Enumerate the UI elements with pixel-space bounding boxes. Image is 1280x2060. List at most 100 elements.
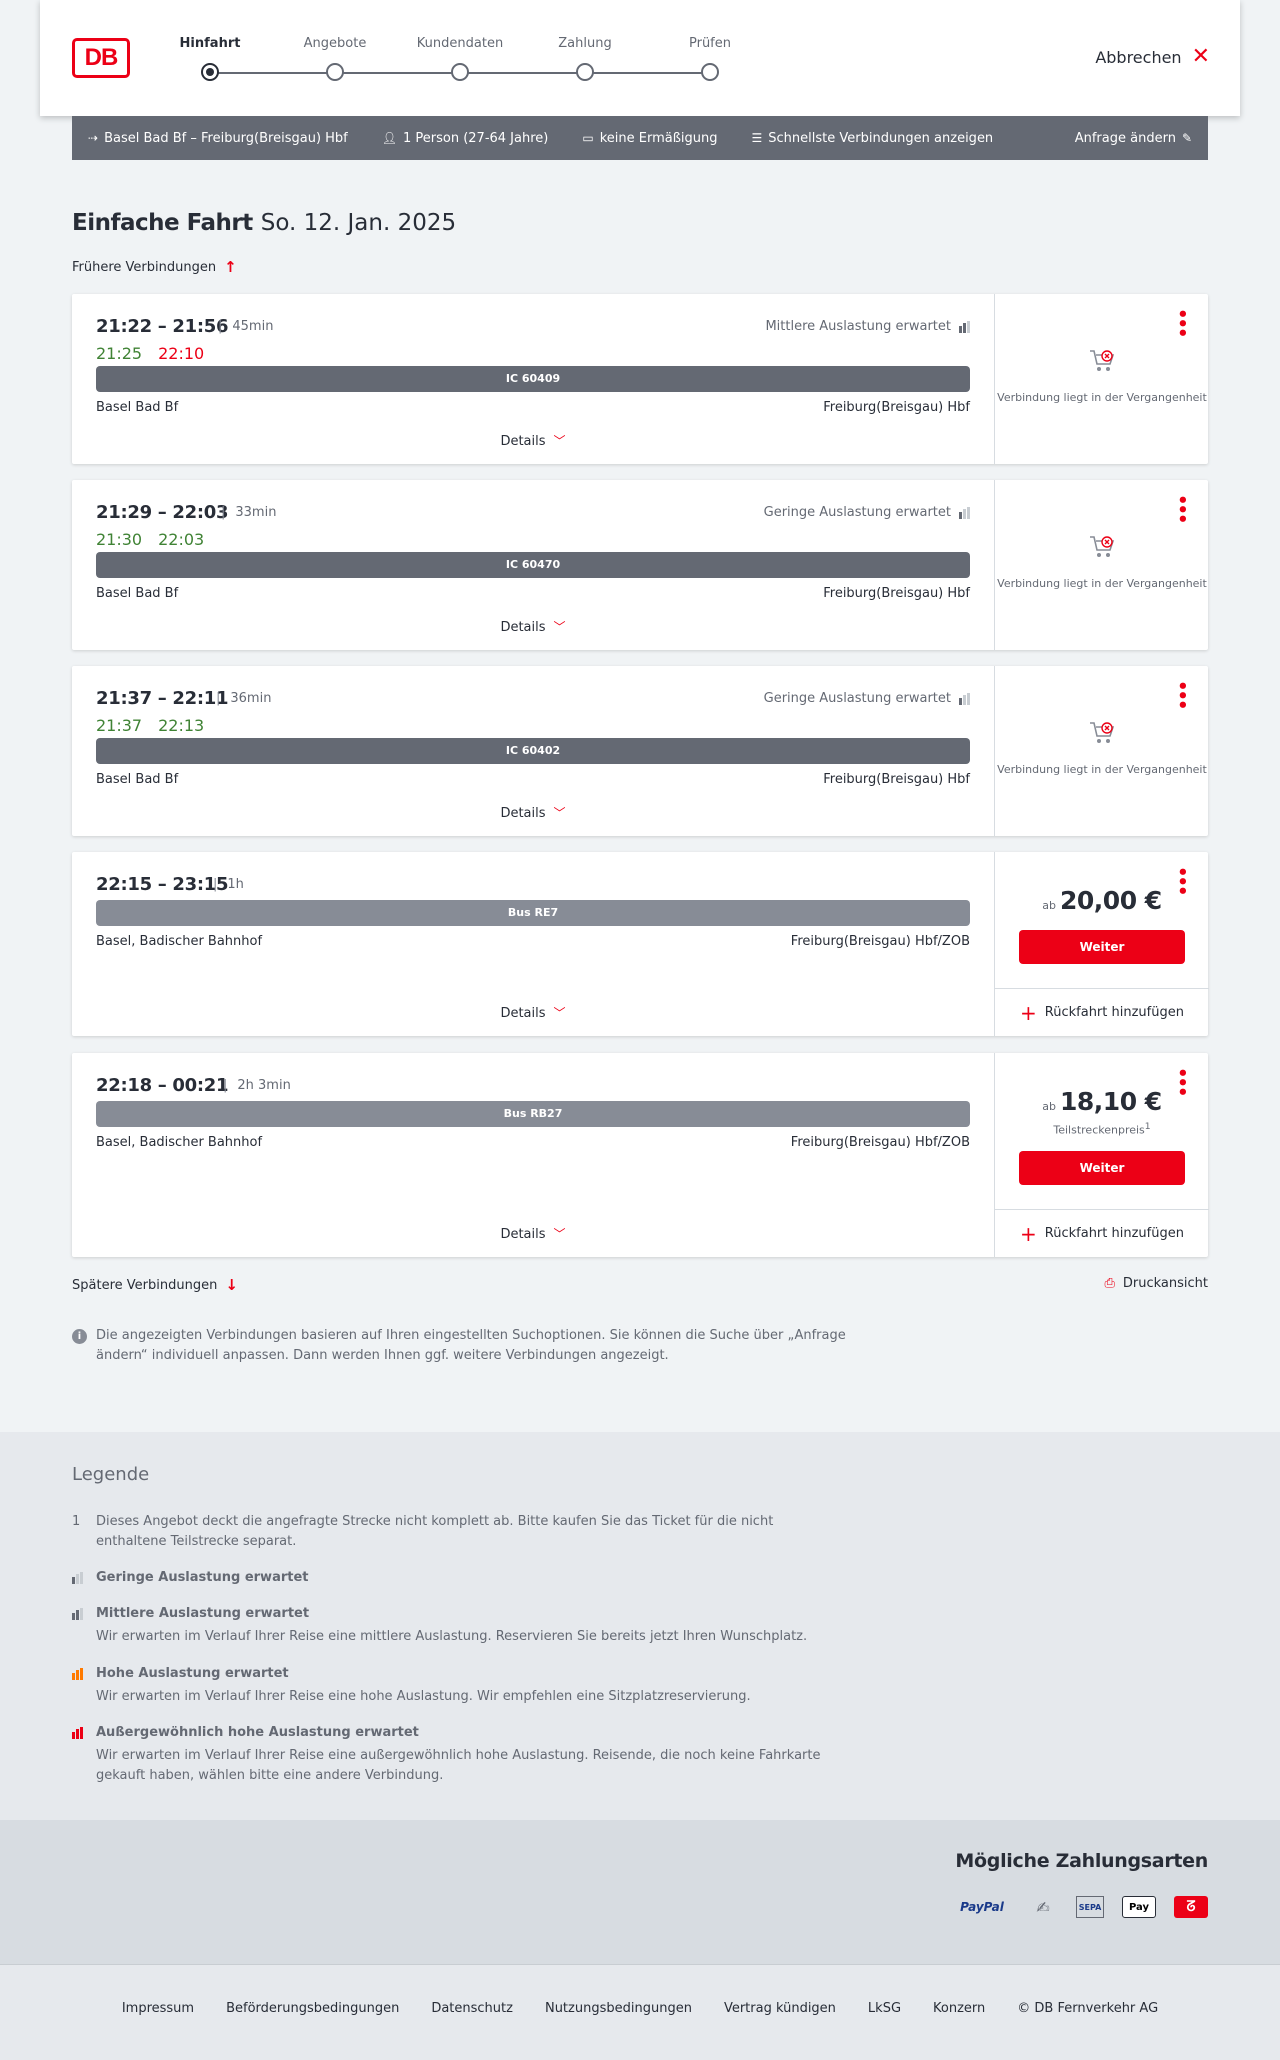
person-icon: 👤︎ bbox=[381, 131, 397, 145]
past-connection-status: Verbindung liegt in der Vergangenheit bbox=[997, 391, 1207, 404]
edit-request-button[interactable]: Anfrage ändern ✎ bbox=[1075, 131, 1192, 146]
arrival-station: Freiburg(Breisgau) Hbf/ZOB bbox=[790, 934, 970, 949]
page-title: Einfache Fahrt So. 12. Jan. 2025 bbox=[72, 210, 456, 236]
connection-details: 21:37 – 22:11 36min 21:37 22:13 Geringe A… bbox=[72, 666, 994, 836]
later-connections-link[interactable]: Spätere Verbindungen ↓ bbox=[72, 1276, 238, 1294]
add-return-button[interactable]: + Rückfahrt hinzufügen bbox=[995, 988, 1209, 1036]
plus-icon: + bbox=[1020, 1000, 1037, 1025]
legend-section: Legende 1 Dieses Angebot deckt die angefr… bbox=[0, 1432, 1280, 1820]
add-return-button[interactable]: + Rückfahrt hinzufügen bbox=[995, 1209, 1209, 1257]
footer-link-impressum[interactable]: Impressum bbox=[122, 2001, 194, 2016]
edit-request-label: Anfrage ändern bbox=[1074, 130, 1176, 146]
occupancy-text: Geringe Auslastung erwartet bbox=[763, 691, 951, 706]
connection-card[interactable]: 21:29 – 22:03 33min 21:30 22:03 Geringe A… bbox=[72, 480, 1208, 650]
route-summary: ⇢ Basel Bad Bf – Freiburg(Breisgau) Hbf bbox=[88, 131, 348, 146]
passenger-summary: 👤︎ 1 Person (27-64 Jahre) bbox=[382, 131, 549, 146]
legend-title: Legende bbox=[72, 1464, 150, 1485]
trip-date: So. 12. Jan. 2025 bbox=[260, 210, 457, 236]
continue-button[interactable]: Weiter bbox=[1019, 930, 1185, 964]
realtime-departure: 21:37 bbox=[96, 716, 143, 735]
footer-link-befoerderung[interactable]: Beförderungsbedingungen bbox=[226, 2001, 399, 2016]
details-toggle[interactable]: Details ﹀ bbox=[72, 804, 994, 821]
step-angebote: Angebote bbox=[303, 36, 367, 51]
print-view-link[interactable]: ⎙ Druckansicht bbox=[1104, 1276, 1208, 1291]
offer-panel: ••• ab 18,10 € Teilstreckenpreis1 Weiter … bbox=[994, 1053, 1209, 1257]
departure-station: Basel, Badischer Bahnhof bbox=[96, 934, 263, 949]
realtime-times: 21:37 22:13 bbox=[96, 716, 204, 735]
footer-copyright: © DB Fernverkehr AG bbox=[1017, 2001, 1159, 2016]
legend-item-low: Geringe Auslastung erwartet bbox=[72, 1570, 832, 1585]
connection-times: 22:15 – 23:15 bbox=[96, 874, 229, 895]
partial-price-note: Teilstreckenpreis1 bbox=[995, 1121, 1209, 1137]
step-hinfahrt: Hinfahrt bbox=[179, 36, 241, 51]
arrival-station: Freiburg(Breisgau) Hbf/ZOB bbox=[790, 1135, 970, 1150]
legend-footnote: 1 Dieses Angebot deckt die angefragte Str… bbox=[72, 1512, 832, 1552]
connection-card[interactable]: 21:22 – 21:56 45min 21:25 22:10 Mittlere … bbox=[72, 294, 1208, 464]
continue-button[interactable]: Weiter bbox=[1019, 1151, 1185, 1185]
legend-item-title: Geringe Auslastung erwartet bbox=[96, 1570, 309, 1585]
connection-duration: 45min bbox=[218, 319, 273, 334]
details-toggle[interactable]: Details ﹀ bbox=[72, 618, 994, 635]
more-options-icon[interactable]: ••• bbox=[1171, 308, 1192, 337]
arrow-down-icon: ↓ bbox=[225, 1276, 238, 1294]
direct-debit-icon: ✍ bbox=[1036, 1897, 1050, 1917]
db-logo[interactable]: DB bbox=[72, 38, 130, 78]
footer-link-datenschutz[interactable]: Datenschutz bbox=[431, 2001, 513, 2016]
price-value: 18,10 € bbox=[1060, 1087, 1162, 1116]
occupancy-low-icon bbox=[959, 506, 970, 519]
footer-link-konzern[interactable]: Konzern bbox=[933, 2001, 985, 2016]
details-label: Details bbox=[500, 1006, 546, 1021]
passenger-text: 1 Person (27-64 Jahre) bbox=[402, 130, 549, 146]
step-zahlung: Zahlung bbox=[558, 36, 612, 51]
realtime-times: 21:25 22:10 bbox=[96, 344, 204, 363]
past-connection-status: Verbindung liegt in der Vergangenheit bbox=[997, 577, 1207, 590]
arrival-station: Freiburg(Breisgau) Hbf bbox=[823, 400, 970, 415]
connection-times: 21:29 – 22:03 bbox=[96, 502, 229, 523]
connection-card[interactable]: 21:37 – 22:11 36min 21:37 22:13 Geringe A… bbox=[72, 666, 1208, 836]
more-options-icon[interactable]: ••• bbox=[1171, 494, 1192, 523]
connection-card[interactable]: 22:18 – 00:21 2h 3min Bus RB27 Basel, Ba… bbox=[72, 1053, 1209, 1257]
details-toggle[interactable]: Details ﹀ bbox=[72, 432, 994, 449]
legend-item-title: Außergewöhnlich hohe Auslastung erwartet bbox=[96, 1725, 419, 1740]
connection-duration: 2h 3min bbox=[223, 1078, 290, 1093]
cancel-button[interactable]: Abbrechen ✕ bbox=[1095, 46, 1210, 68]
train-bar[interactable]: IC 60409 bbox=[96, 366, 970, 392]
later-label: Spätere Verbindungen bbox=[72, 1277, 218, 1293]
realtime-times: 21:30 22:03 bbox=[96, 530, 204, 549]
connection-times: 21:22 – 21:56 bbox=[96, 316, 229, 337]
realtime-arrival: 22:03 bbox=[158, 530, 205, 549]
footer-link-vertrag[interactable]: Vertrag kündigen bbox=[724, 2001, 836, 2016]
connection-times: 22:18 – 00:21 bbox=[96, 1075, 229, 1096]
occupancy-very-high-icon bbox=[72, 1727, 83, 1739]
train-bar[interactable]: IC 60402 bbox=[96, 738, 970, 764]
printer-icon: ⎙ bbox=[1104, 1276, 1115, 1291]
offer-panel: ••• ab 20,00 € Weiter + Rückfahrt hinzufüg… bbox=[994, 852, 1209, 1036]
arrival-station: Freiburg(Breisgau) Hbf bbox=[823, 772, 970, 787]
more-options-icon[interactable]: ••• bbox=[1171, 680, 1192, 709]
details-toggle[interactable]: Details ﹀ bbox=[72, 1225, 994, 1242]
info-icon: i bbox=[72, 1329, 87, 1344]
bus-bar[interactable]: Bus RB27 bbox=[96, 1101, 970, 1127]
chevron-down-icon: ﹀ bbox=[553, 806, 566, 820]
payment-methods: PayPal ✍ SEPA Pay ᘔ bbox=[954, 1896, 1208, 1918]
footer-link-lksg[interactable]: LkSG bbox=[868, 2001, 901, 2016]
footer-link-nutzung[interactable]: Nutzungsbedingungen bbox=[545, 2001, 692, 2016]
cart-unavailable-icon bbox=[1090, 722, 1115, 743]
pencil-icon: ✎ bbox=[1181, 131, 1192, 145]
top-header: DB Hinfahrt Angebote Kundendaten Zahlung… bbox=[40, 0, 1240, 116]
legend-item-text: Wir erwarten im Verlauf Ihrer Reise eine… bbox=[96, 1748, 821, 1783]
connection-card[interactable]: 22:15 – 23:15 1h Bus RE7 Basel, Badische… bbox=[72, 852, 1209, 1036]
connection-details: 21:22 – 21:56 45min 21:25 22:10 Mittlere … bbox=[72, 294, 994, 464]
chevron-down-icon: ﹀ bbox=[553, 1227, 566, 1241]
legend-item-text: Wir erwarten im Verlauf Ihrer Reise eine… bbox=[96, 1689, 751, 1704]
step-pruefen: Prüfen bbox=[688, 36, 731, 51]
realtime-arrival: 22:13 bbox=[158, 716, 205, 735]
departure-station: Basel Bad Bf bbox=[96, 586, 179, 601]
earlier-connections-link[interactable]: Frühere Verbindungen ↑ bbox=[72, 258, 237, 276]
bus-bar[interactable]: Bus RE7 bbox=[96, 900, 970, 926]
step-dot-kundendaten bbox=[451, 63, 469, 81]
details-toggle[interactable]: Details ﹀ bbox=[72, 1004, 994, 1021]
train-bar[interactable]: IC 60470 bbox=[96, 552, 970, 578]
offer-panel: ••• Verbindung liegt in der Vergangenhei… bbox=[994, 480, 1208, 650]
price: ab 18,10 € bbox=[995, 1087, 1209, 1116]
